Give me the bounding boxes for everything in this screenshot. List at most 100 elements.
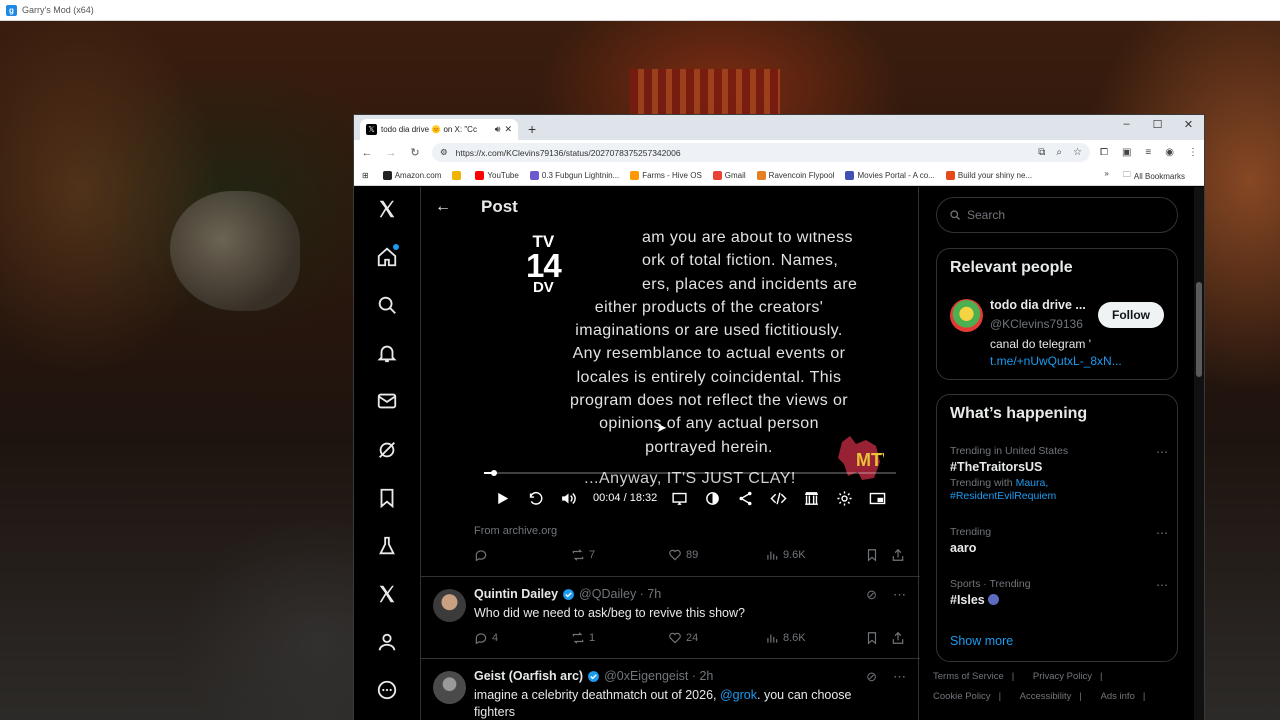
more-options-icon[interactable]: ⋯ xyxy=(893,669,906,685)
site-info-icon[interactable]: ⚙ xyxy=(440,147,448,158)
apps-grid-icon[interactable]: ⊞ xyxy=(362,171,369,180)
share-video-button[interactable] xyxy=(737,490,754,507)
like-button[interactable]: 24 xyxy=(668,631,765,645)
accessibility-link[interactable]: Accessibility xyxy=(1020,691,1072,702)
reply-post[interactable]: Geist (Oarfish arc) @0xEigengeist · 2h ⊘… xyxy=(421,658,920,720)
bookmark-item[interactable]: Build your shiny ne... xyxy=(945,170,1032,180)
search-input[interactable]: Search xyxy=(936,197,1178,233)
page-scrollbar[interactable] xyxy=(1194,187,1204,720)
nav-explore[interactable] xyxy=(369,287,405,322)
pip-button[interactable] xyxy=(869,490,886,507)
bookmark-item[interactable]: Movies Portal - A co... xyxy=(845,170,935,180)
reply-button[interactable] xyxy=(474,548,571,562)
x-home-logo[interactable] xyxy=(369,191,405,226)
settings-button[interactable] xyxy=(836,490,853,507)
more-options-icon[interactable]: ⋯ xyxy=(1156,445,1168,459)
all-bookmarks-button[interactable]: 🗀 All Bookmarks xyxy=(1123,169,1185,183)
privacy-link[interactable]: Privacy Policy xyxy=(1033,671,1092,682)
bookmark-post-button[interactable] xyxy=(865,548,891,562)
archive-button[interactable] xyxy=(803,490,820,507)
zoom-icon[interactable]: ⌕ xyxy=(1056,147,1062,158)
like-button[interactable]: 89 xyxy=(668,548,765,562)
nav-profile[interactable] xyxy=(369,625,405,660)
views-button[interactable]: 9.6K xyxy=(765,548,865,562)
reload-icon[interactable]: ↻ xyxy=(408,146,422,159)
bookmark-item[interactable]: 0.3 Fubgun Lightnin... xyxy=(529,170,619,180)
maximize-button[interactable]: ☐ xyxy=(1142,118,1173,131)
bookmark-item[interactable]: YouTube xyxy=(475,170,519,180)
show-more-link[interactable]: Show more xyxy=(950,634,1013,648)
extensions-icon[interactable]: ⧠ xyxy=(1100,147,1108,158)
install-app-icon[interactable]: ⧉ xyxy=(1038,147,1045,158)
bookmark-item[interactable]: Ravencoin Flypool xyxy=(756,170,834,180)
share-post-button[interactable] xyxy=(891,548,905,562)
video-progress-knob[interactable] xyxy=(491,470,497,476)
nav-grok[interactable] xyxy=(369,432,405,467)
bookmark-item[interactable]: Amazon.com xyxy=(382,170,441,180)
share-post-button[interactable] xyxy=(891,631,905,645)
profile-icon[interactable]: ◉ xyxy=(1165,147,1174,158)
reply-author-name[interactable]: Quintin Dailey xyxy=(474,587,558,601)
retweet-button[interactable]: 1 xyxy=(571,631,668,645)
bookmark-item[interactable]: Gmail xyxy=(712,170,746,180)
bookmark-star-icon[interactable]: ☆ xyxy=(1073,147,1082,158)
menu-icon[interactable]: ⋮ xyxy=(1188,147,1198,158)
more-options-icon[interactable]: ⋯ xyxy=(893,587,906,603)
nav-premium[interactable] xyxy=(369,577,405,612)
cookie-link[interactable]: Cookie Policy xyxy=(933,691,991,702)
cast-button[interactable] xyxy=(671,490,688,507)
tab-close-icon[interactable]: ✕ xyxy=(504,124,512,135)
play-button[interactable] xyxy=(494,490,511,507)
audio-playing-icon[interactable]: 🔊︎ xyxy=(495,124,501,135)
split-view-icon[interactable]: ▣ xyxy=(1122,147,1131,158)
more-options-icon[interactable]: ⋯ xyxy=(1156,526,1168,540)
grok-explain-icon[interactable]: ⊘ xyxy=(866,669,877,685)
contrast-button[interactable] xyxy=(704,490,721,507)
nav-jobs[interactable] xyxy=(369,528,405,563)
forward-nav-icon[interactable]: → xyxy=(384,147,398,159)
reply-button[interactable]: 4 xyxy=(474,631,571,645)
mention-link[interactable]: @grok xyxy=(720,688,757,702)
more-options-icon[interactable]: ⋯ xyxy=(1156,578,1168,592)
views-button[interactable]: 8.6K xyxy=(765,631,865,645)
grok-explain-icon[interactable]: ⊘ xyxy=(866,587,877,603)
reply-author-name[interactable]: Geist (Oarfish arc) xyxy=(474,669,583,683)
nav-more[interactable] xyxy=(369,673,405,708)
back-nav-icon[interactable]: ← xyxy=(360,147,374,159)
follow-button[interactable]: Follow xyxy=(1098,302,1164,328)
avatar[interactable] xyxy=(433,589,466,622)
close-window-button[interactable]: ✕ xyxy=(1173,118,1204,131)
rewind-button[interactable] xyxy=(527,490,544,507)
bookmark-item[interactable] xyxy=(452,170,464,180)
back-arrow-icon[interactable]: ← xyxy=(435,198,451,216)
bio-link[interactable]: t.me/+nUwQutxL-_8xN... xyxy=(990,354,1122,368)
trend-item[interactable]: Sports · Trending #Isles ⋯ xyxy=(950,578,1168,607)
nav-home[interactable] xyxy=(369,239,405,274)
video-progress-bar[interactable] xyxy=(484,470,896,476)
embed-button[interactable] xyxy=(770,490,787,507)
minimize-button[interactable]: – xyxy=(1111,118,1142,131)
terms-link[interactable]: Terms of Service xyxy=(933,671,1004,682)
reply-post[interactable]: Quintin Dailey @QDailey · 7h ⊘ ⋯ Who did… xyxy=(421,576,920,658)
person-name[interactable]: todo dia drive ... xyxy=(990,298,1086,312)
avatar[interactable] xyxy=(433,671,466,704)
retweet-button[interactable]: 7 xyxy=(571,548,668,562)
bookmark-post-button[interactable] xyxy=(865,631,891,645)
nav-bookmarks[interactable] xyxy=(369,480,405,515)
address-bar[interactable]: ⚙ https://x.com/KClevins79136/status/202… xyxy=(432,143,1090,162)
trend-item[interactable]: Trending aaro ⋯ xyxy=(950,526,1168,555)
nav-notifications[interactable] xyxy=(369,336,405,371)
media-controls-icon[interactable]: ≡ xyxy=(1145,147,1151,158)
bookmark-item[interactable]: Farms - Hive OS xyxy=(630,170,702,180)
trend-item[interactable]: Trending in United States #TheTraitorsUS… xyxy=(950,445,1168,503)
avatar[interactable] xyxy=(950,299,983,332)
volume-button[interactable] xyxy=(560,490,577,507)
scrollbar-thumb[interactable] xyxy=(1196,282,1202,377)
browser-tab[interactable]: 𝕏 todo dia drive 🌞 on X: "Cc 🔊︎ ✕ xyxy=(360,119,518,140)
video-player[interactable]: TV 14 DV am you are about to witness ork… xyxy=(474,232,906,518)
new-tab-button[interactable]: + xyxy=(528,121,536,137)
bookmarks-overflow-button[interactable]: » xyxy=(1104,169,1108,183)
nav-messages[interactable] xyxy=(369,384,405,419)
video-source[interactable]: From archive.org xyxy=(474,525,557,537)
ads-info-link[interactable]: Ads info xyxy=(1101,691,1135,702)
